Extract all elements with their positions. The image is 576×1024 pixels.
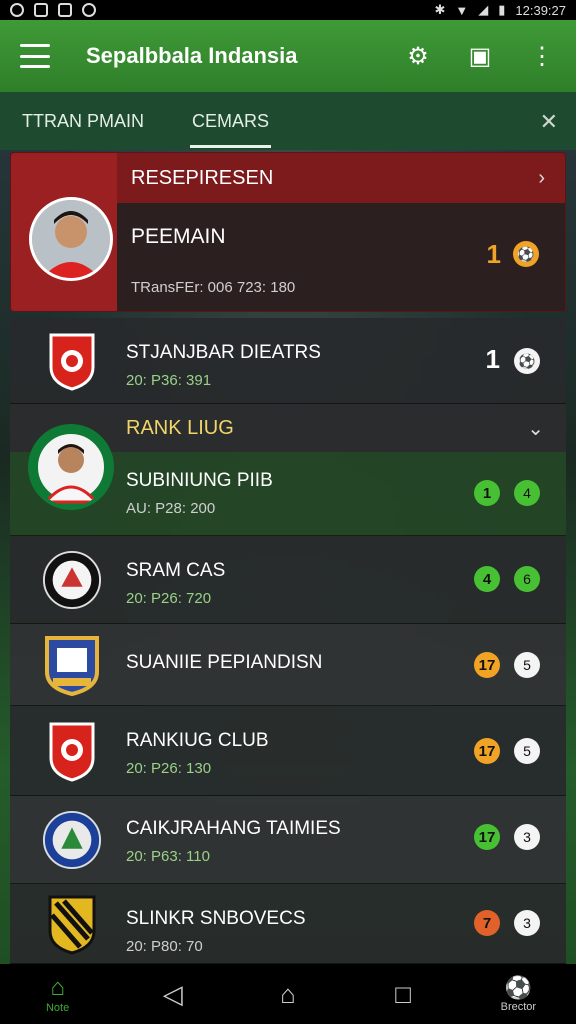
club-stats: 20: P80: 70 xyxy=(126,938,203,955)
nav-recents-button[interactable]: □ xyxy=(373,979,433,1010)
club-stats: AU: P28: 200 xyxy=(126,500,216,517)
feature-rank: 1 xyxy=(486,239,501,269)
app-title: Sepalbbala Indansia xyxy=(86,43,298,68)
menu-icon[interactable] xyxy=(20,44,50,68)
feature-header: RESEPIRESEN › xyxy=(117,153,565,203)
ball-icon: 5 xyxy=(514,738,540,764)
ball-icon: 5 xyxy=(514,652,540,678)
ball-icon: 4 xyxy=(514,480,540,506)
status-bar: ✱ ▼ ◢ ▮ 12:39:27 xyxy=(0,0,576,20)
home-icon: ⌂ xyxy=(50,974,65,1001)
wifi-icon: ▼ xyxy=(455,2,469,18)
ball-icon: ⚽ xyxy=(504,975,533,1000)
home-outline-icon: ⌂ xyxy=(280,978,296,1009)
club-name: SUBINIUNG PIIB xyxy=(126,470,273,491)
club-name: RANKIUG CLUB xyxy=(126,730,269,751)
club-crest-icon xyxy=(42,331,102,391)
list-item[interactable]: STJANJBAR DIEATRS 20: P36: 391 1 ⚽ xyxy=(10,318,566,404)
list-item[interactable]: RANKIUG CLUB 20: P26: 130 17 5 xyxy=(10,706,566,796)
club-crest-icon xyxy=(42,894,102,955)
player-avatar xyxy=(28,424,114,510)
club-name: CAIKJRAHANG TAIMIES xyxy=(126,818,341,839)
nav-home[interactable]: ⌂ Note xyxy=(28,974,88,1014)
app-bar: Sepalbbala Indansia ⚙ ▣ ⋮ xyxy=(0,20,576,92)
club-crest-icon xyxy=(42,810,102,870)
rank-badge: 17 xyxy=(474,824,500,850)
list-item[interactable]: CAIKJRAHANG TAIMIES 20: P63: 110 17 3 xyxy=(10,796,566,884)
battery-icon: ▮ xyxy=(498,2,506,17)
club-stats: 20: P26: 720 xyxy=(126,590,212,607)
rank-badge: 1 xyxy=(474,480,500,506)
club-stats: 20: P36: 391 xyxy=(126,372,212,389)
close-icon[interactable]: ✕ xyxy=(540,109,558,135)
settings-gear-icon[interactable]: ⚙ xyxy=(404,42,432,70)
list-item[interactable]: SUANIIE PEPIANDISN 17 5 xyxy=(10,624,566,706)
list-item[interactable]: SUBINIUNG PIIB AU: P28: 200 1 4 xyxy=(10,424,566,536)
tab-bar: TTRAN PMAIN CEMARS ✕ xyxy=(0,92,576,150)
feature-card[interactable]: RESEPIRESEN › PEEMAIN TRansFEr: 006 723:… xyxy=(10,152,566,312)
nav-profile[interactable]: ⚽ Brector xyxy=(488,975,548,1013)
club-name: SLINKR SNBOVECS xyxy=(126,908,306,929)
chevron-down-icon[interactable]: ⌄ xyxy=(527,416,544,441)
signal-icon: ◢ xyxy=(478,2,489,17)
ball-icon: ⚽ xyxy=(514,348,540,374)
club-name: SRAM CAS xyxy=(126,560,226,581)
ball-icon: ⚽ xyxy=(513,241,539,267)
club-stats: 20: P26: 130 xyxy=(126,760,212,777)
feature-transfer-info: TRansFEr: 006 723: 180 xyxy=(131,279,296,296)
chevron-right-icon[interactable]: › xyxy=(538,167,545,190)
rank-badge: 7 xyxy=(474,910,500,936)
club-rank: 1 xyxy=(485,344,500,374)
feature-player-name: PEEMAIN xyxy=(131,225,226,248)
nav-home-label: Note xyxy=(45,1002,70,1014)
media-icon xyxy=(58,3,72,17)
tab-games[interactable]: CEMARS xyxy=(190,92,272,150)
rank-badge: 17 xyxy=(474,738,500,764)
back-triangle-icon: ◁ xyxy=(162,978,183,1009)
image-icon xyxy=(34,3,48,17)
club-name: STJANJBAR DIEATRS xyxy=(126,342,321,363)
notification-icon xyxy=(10,3,24,17)
club-crest-icon xyxy=(42,721,102,782)
tab-transfer[interactable]: TTRAN PMAIN xyxy=(22,92,144,150)
nav-profile-label: Brector xyxy=(500,1001,537,1013)
recents-square-icon: □ xyxy=(395,978,412,1009)
status-time: 12:39:27 xyxy=(515,2,566,18)
club-name: SUANIIE PEPIANDISN xyxy=(126,652,323,673)
list-item[interactable]: SRAM CAS 20: P26: 720 4 6 xyxy=(10,536,566,624)
feature-header-label: RESEPIRESEN xyxy=(131,166,274,189)
rank-badge: 4 xyxy=(474,566,500,592)
more-vert-icon[interactable]: ⋮ xyxy=(528,42,556,70)
ranking-list: RESEPIRESEN › PEEMAIN TRansFEr: 006 723:… xyxy=(10,152,566,964)
ball-icon: 3 xyxy=(514,910,540,936)
bluetooth-icon: ✱ xyxy=(434,2,446,17)
record-icon xyxy=(82,3,96,17)
section-label: RANK LIUG xyxy=(126,416,234,439)
bottom-nav-bar: ⌂ Note ◁ ⌂ □ ⚽ Brector xyxy=(0,964,576,1024)
club-crest-icon xyxy=(42,550,102,610)
rank-badge: 17 xyxy=(474,652,500,678)
club-crest-icon xyxy=(42,635,102,696)
list-item[interactable]: SLINKR SNBOVECS 20: P80: 70 7 3 xyxy=(10,884,566,964)
nav-back-button[interactable]: ◁ xyxy=(143,979,203,1010)
player-avatar xyxy=(29,197,113,281)
club-stats: 20: P63: 110 xyxy=(126,848,210,865)
ball-icon: 6 xyxy=(514,566,540,592)
display-icon[interactable]: ▣ xyxy=(466,42,494,70)
ball-icon: 3 xyxy=(514,824,540,850)
nav-home-button[interactable]: ⌂ xyxy=(258,979,318,1010)
